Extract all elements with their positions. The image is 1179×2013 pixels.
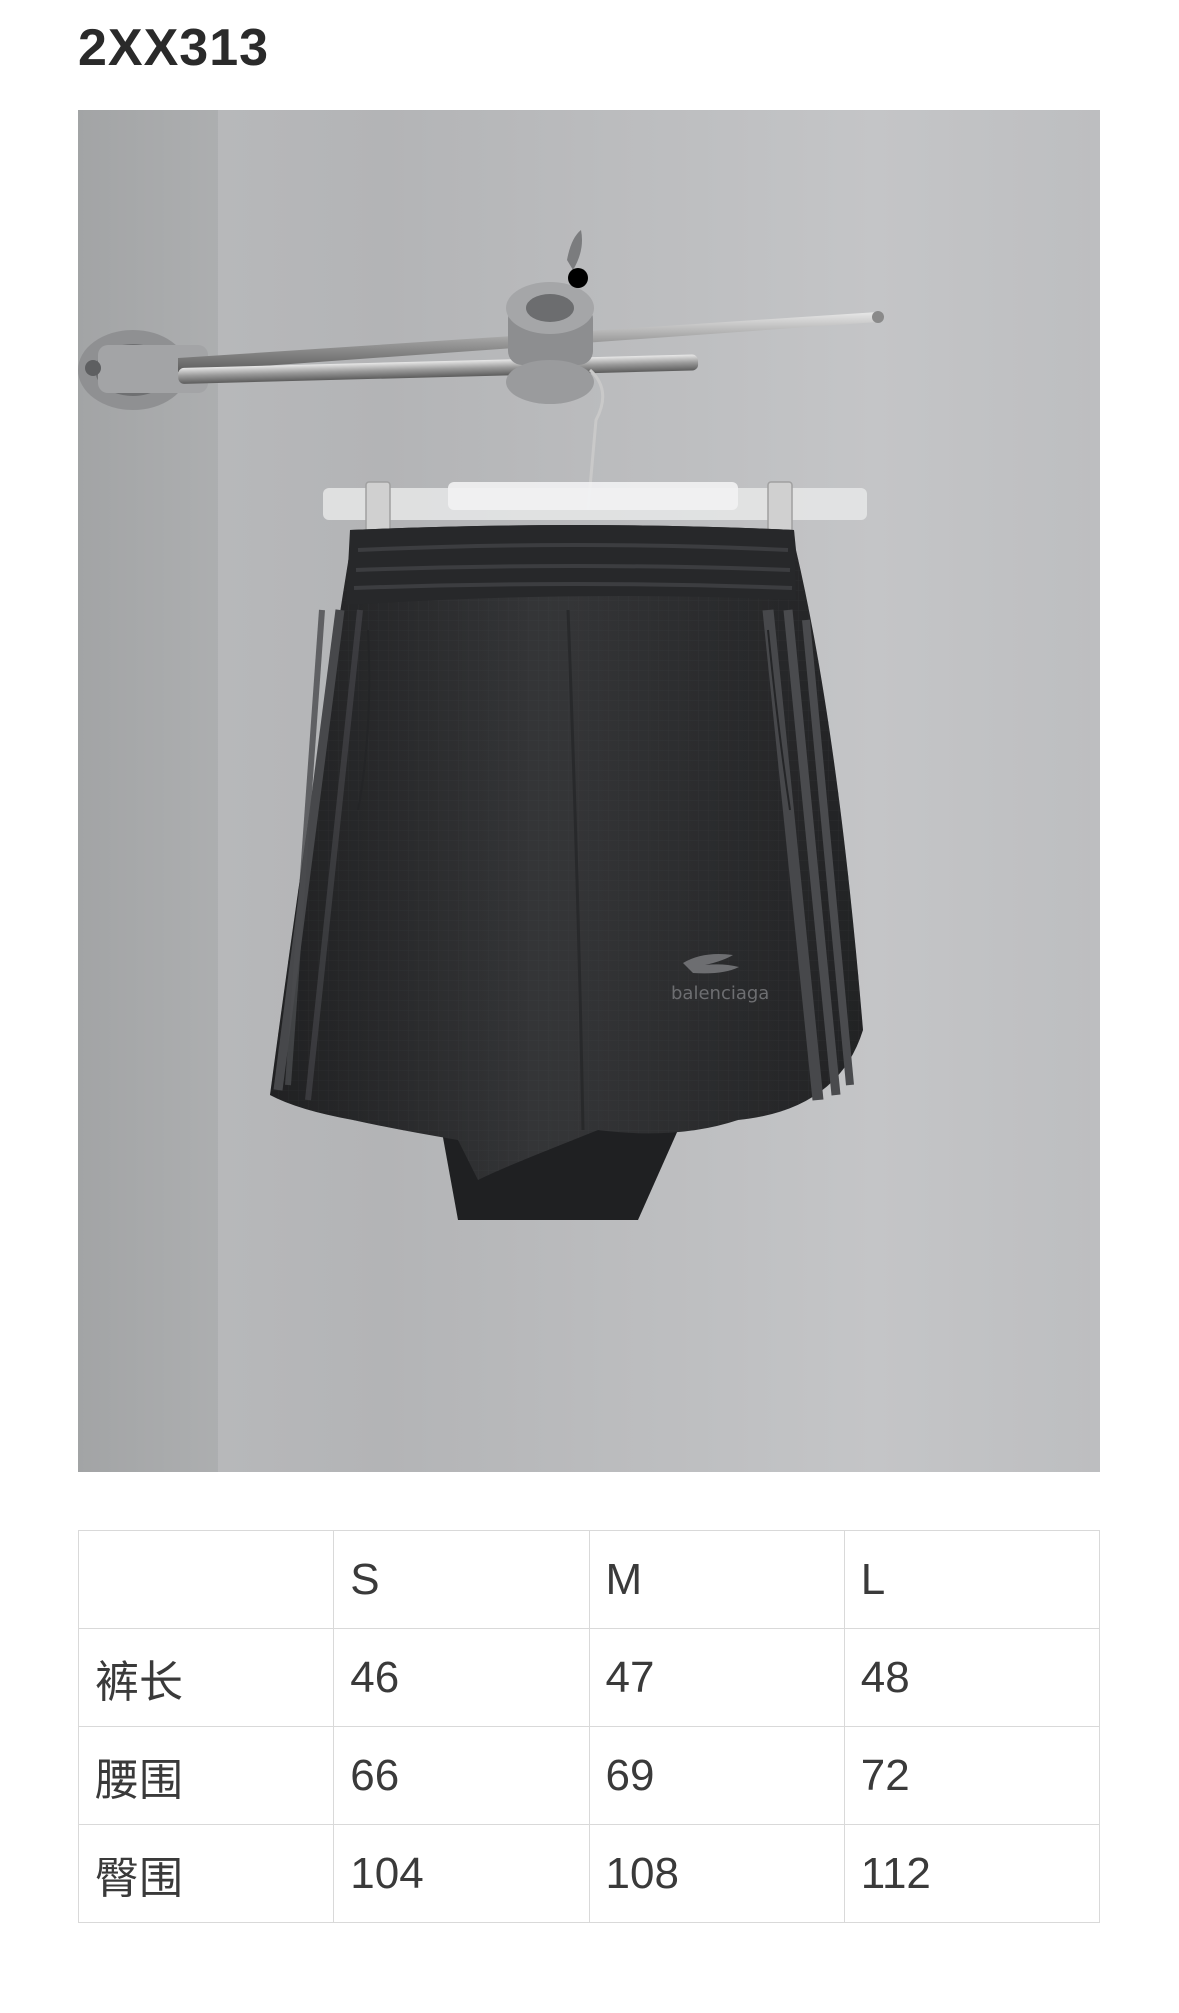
table-cell: 69 xyxy=(588,1726,845,1825)
size-header-l: L xyxy=(843,1530,1101,1629)
product-code: 2XX313 xyxy=(78,19,270,77)
table-header-row: S M L xyxy=(77,1530,1101,1629)
table-cell: 46 xyxy=(333,1628,590,1727)
table-row: 腰围 66 69 72 xyxy=(77,1726,1101,1825)
table-cell: 112 xyxy=(843,1824,1101,1923)
table-cell: 72 xyxy=(843,1726,1101,1825)
size-header-m: M xyxy=(588,1530,845,1629)
table-cell: 47 xyxy=(588,1628,845,1727)
row-label-length: 裤长 xyxy=(77,1628,335,1727)
table-cell: 104 xyxy=(333,1824,590,1923)
table-corner-cell xyxy=(77,1530,335,1629)
size-table: S M L 裤长 46 47 48 腰围 66 69 72 臀围 104 108… xyxy=(77,1530,1101,1923)
size-header-s: S xyxy=(333,1530,590,1629)
row-label-hip: 臀围 xyxy=(77,1824,335,1923)
table-cell: 66 xyxy=(333,1726,590,1825)
product-photo: balenciaga xyxy=(78,110,1100,1472)
table-cell: 48 xyxy=(843,1628,1101,1727)
table-row: 臀围 104 108 112 xyxy=(77,1824,1101,1923)
row-label-waist: 腰围 xyxy=(77,1726,335,1825)
brand-print: balenciaga xyxy=(671,983,769,1004)
table-row: 裤长 46 47 48 xyxy=(77,1628,1101,1727)
table-cell: 108 xyxy=(588,1824,845,1923)
